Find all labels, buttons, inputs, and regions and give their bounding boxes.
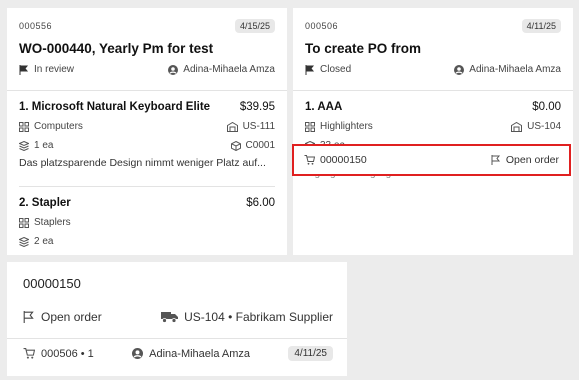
date-badge: 4/11/25 (521, 19, 561, 33)
stack-icon (19, 140, 29, 151)
cart-icon (23, 348, 35, 359)
card-title: To create PO from (305, 41, 422, 56)
work-order-card[interactable]: 000506 4/11/25 To create PO from Closed … (293, 8, 573, 255)
warehouse-icon (511, 121, 523, 132)
assignee-name: Adina-Mihaela Amza (149, 347, 251, 360)
po-reference: 000506 • 1 (41, 347, 94, 360)
status-text: In review (34, 64, 75, 75)
line-item-category: Computers (34, 121, 83, 132)
line-item[interactable]: 1. AAA $0.00 Highlighters US-104 33 ea (293, 91, 573, 151)
box-icon (230, 140, 241, 151)
card-id: 000556 (19, 21, 53, 31)
cart-icon (304, 155, 315, 165)
card-title: WO-000440, Yearly Pm for test (19, 41, 214, 56)
line-item-name: 1. Microsoft Natural Keyboard Elite (19, 101, 211, 113)
assignee-name: Adina-Mihaela Amza (183, 64, 275, 75)
warehouse-icon (226, 121, 238, 132)
person-icon (132, 348, 144, 359)
stack-icon (19, 236, 29, 247)
flag-outline-icon (491, 155, 500, 165)
po-status: Open order (505, 154, 559, 166)
grid-icon (19, 121, 29, 132)
line-item-warehouse: US-104 (527, 121, 561, 132)
line-item-category: Highlighters (320, 121, 373, 132)
line-item-price: $6.00 (246, 197, 275, 209)
work-order-card[interactable]: 000556 4/15/25 WO-000440, Yearly Pm for … (7, 8, 287, 255)
line-item[interactable]: 1. Microsoft Natural Keyboard Elite $39.… (7, 91, 287, 186)
date-badge: 4/11/25 (288, 346, 333, 361)
po-title: 00000150 (23, 276, 81, 291)
truck-icon (161, 312, 179, 323)
line-item-price: $0.00 (532, 101, 561, 113)
line-item-qty: 1 ea (34, 140, 54, 151)
po-status: Open order (41, 310, 102, 324)
po-number: 00000150 (320, 154, 367, 166)
line-item-name: 2. Stapler (19, 197, 71, 209)
line-item-category: Staplers (34, 217, 71, 228)
flag-outline-icon (23, 311, 34, 323)
line-item-qty: 2 ea (34, 236, 54, 247)
person-icon (168, 64, 179, 75)
status-text: Closed (320, 64, 352, 75)
grid-icon (305, 121, 315, 132)
flag-icon (305, 64, 315, 75)
line-item-warehouse: US-111 (242, 121, 275, 132)
date-badge: 4/15/25 (234, 19, 275, 33)
flag-icon (19, 64, 29, 75)
purchase-order-drag-card[interactable]: 00000150 Open order US-104 • Fabrikam Su… (7, 262, 347, 376)
line-item-description: Das platzsparende Design nimmt weniger P… (19, 157, 266, 169)
person-icon (454, 64, 465, 75)
card-id: 000506 (305, 21, 339, 31)
po-supplier: US-104 • Fabrikam Supplier (184, 310, 333, 324)
line-item-code: C0001 (245, 140, 275, 151)
line-item[interactable]: 2. Stapler $6.00 Staplers 2 ea (7, 187, 287, 247)
assignee-name: Adina-Mihaela Amza (469, 64, 561, 75)
line-item-price: $39.95 (239, 101, 275, 113)
line-item-name: 1. AAA (305, 101, 343, 113)
purchase-order-row[interactable]: 00000150 Open order (292, 144, 571, 176)
grid-icon (19, 217, 29, 228)
